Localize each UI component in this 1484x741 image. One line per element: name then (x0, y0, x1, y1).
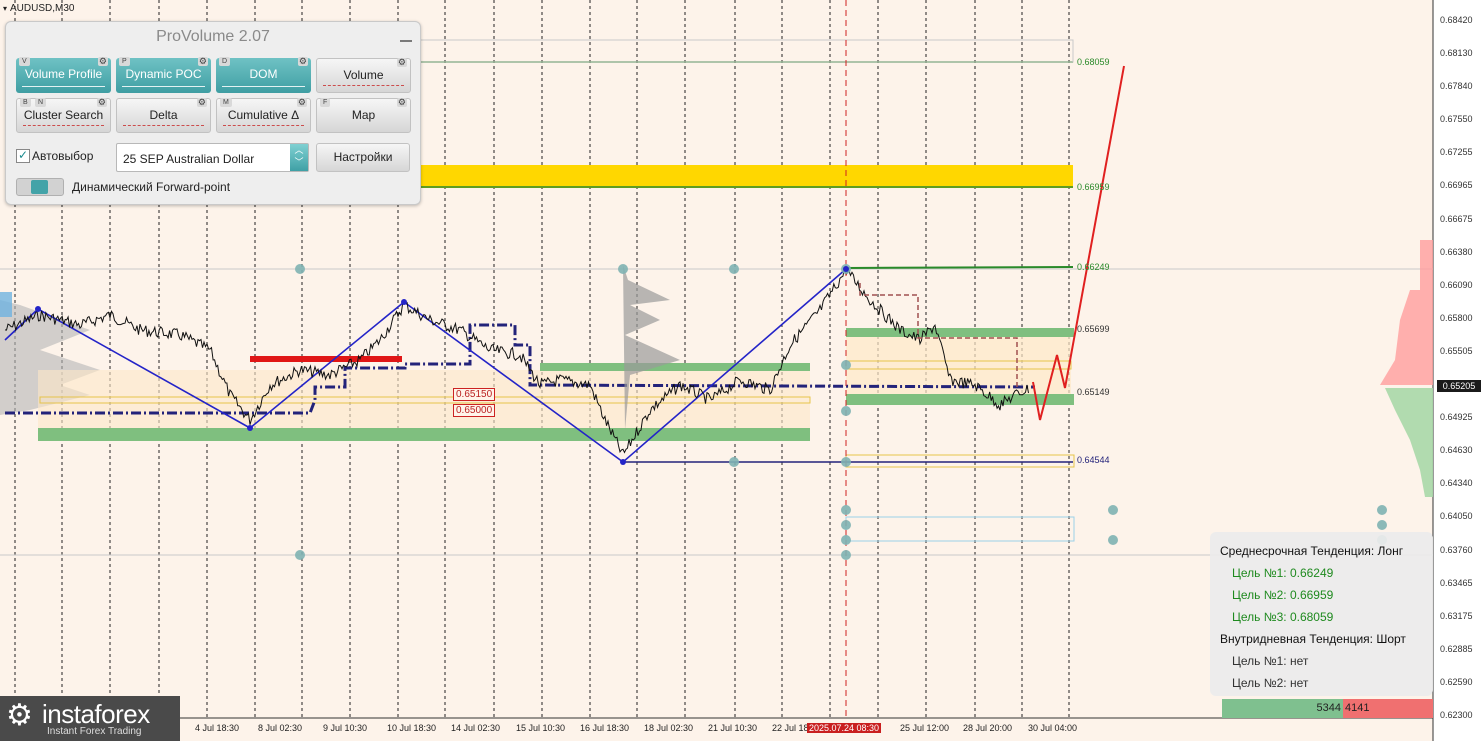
y-tick-label: 0.62300 (1440, 710, 1473, 720)
y-tick-label: 0.62885 (1440, 643, 1473, 654)
level-label: 0.64544 (1077, 455, 1110, 465)
sell-volume: 4141 (1343, 699, 1433, 718)
y-tick-label: 0.63465 (1440, 577, 1473, 588)
yellow-zone (360, 165, 1073, 188)
dynamic-poc-button[interactable]: P ⚙ Dynamic POC (116, 57, 211, 93)
gear-icon[interactable]: ⚙ (296, 98, 307, 107)
target-label: Цель №1: нет (1232, 654, 1309, 668)
y-tick-label: 0.67550 (1440, 114, 1473, 125)
x-tick-label: 25 Jul 12:00 (900, 723, 950, 733)
x-tick-label: 10 Jul 18:30 (387, 723, 437, 733)
cluster-search-button[interactable]: B N ⚙ Cluster Search (16, 98, 111, 133)
map-button[interactable]: F ⚙ Map (316, 98, 411, 133)
y-tick-label: 0.64925 (1440, 412, 1473, 423)
gear-icon[interactable]: ⚙ (396, 98, 407, 107)
forward-point-toggle[interactable] (16, 178, 64, 196)
delta-button[interactable]: ⚙ Delta (116, 98, 211, 133)
auto-select-label: Автовыбор (32, 149, 94, 163)
symbol-label: AUDUSD,M30 (3, 3, 74, 14)
x-tick-label: 8 Jul 02:30 (258, 723, 303, 733)
level-label: 0.68059 (1077, 57, 1110, 67)
target-label: Цель №2: 0.66959 (1232, 588, 1334, 602)
spin-arrows-icon[interactable]: ︿ ﹀ (290, 144, 308, 171)
intraday-trend-label: Внутридневная Тенденция: Шорт (1220, 632, 1406, 646)
cumulative-delta-button[interactable]: M ⚙ Cumulative Δ (216, 98, 311, 133)
gear-icon[interactable]: ⚙ (96, 98, 107, 107)
forward-point-label: Динамический Forward-point (72, 180, 231, 194)
y-tick-label: 0.68420 (1440, 15, 1473, 25)
gear-icon[interactable]: ⚙ (297, 57, 308, 66)
green-zone (38, 428, 810, 441)
medium-trend-label: Среднесрочная Тенденция: Лонг (1220, 544, 1404, 558)
chart-price-label: 0.65150 (453, 388, 496, 401)
y-tick-label: 0.66965 (1440, 180, 1473, 191)
y-tick-label: 0.66380 (1440, 246, 1473, 257)
y-tick-label: 0.65505 (1440, 345, 1473, 356)
y-tick-label: 0.68130 (1440, 48, 1473, 59)
auto-select-checkbox[interactable]: ✓ (16, 149, 30, 163)
y-tick-label: 0.66090 (1440, 279, 1473, 290)
x-tick-label: 14 Jul 02:30 (451, 723, 501, 733)
instaforex-logo: ⚙ instaforex Instant Forex Trading (0, 696, 180, 741)
gear-icon[interactable]: ⚙ (97, 57, 108, 66)
y-tick-label: 0.65800 (1440, 312, 1473, 323)
gear-icon[interactable]: ⚙ (396, 58, 407, 67)
provolume-panel[interactable]: ProVolume 2.07 V ⚙ Volume Profile P ⚙ Dy… (5, 21, 421, 205)
y-tick-label: 0.64340 (1440, 478, 1473, 489)
y-tick-label: 0.67255 (1440, 147, 1473, 158)
y-tick-label: 0.66675 (1440, 213, 1473, 224)
level-label: 0.65699 (1077, 324, 1110, 334)
chart-price-label: 0.65000 (453, 404, 496, 417)
volume-profile-button[interactable]: V ⚙ Volume Profile (16, 57, 111, 93)
target-label: Цель №1: 0.66249 (1232, 566, 1334, 580)
instrument-select[interactable]: 25 SEP Australian Dollar ︿ ﹀ (116, 143, 309, 172)
buy-volume: 5344 (1222, 699, 1343, 718)
x-tick-label: 16 Jul 18:30 (580, 723, 630, 733)
y-tick-label: 0.64630 (1440, 445, 1473, 456)
x-tick-label: 21 Jul 10:30 (708, 723, 758, 733)
level-label: 0.66959 (1077, 182, 1110, 192)
level-label: 0.65149 (1077, 387, 1110, 397)
x-tick-label: 2025.07.24 08:30 (807, 723, 882, 733)
volume-button[interactable]: ⚙ Volume (316, 58, 411, 93)
dom-button[interactable]: D ⚙ DOM (216, 57, 311, 93)
x-tick-label: 9 Jul 10:30 (323, 723, 368, 733)
y-tick-label: 0.64050 (1440, 511, 1473, 522)
y-tick-label: 0.63760 (1440, 544, 1473, 555)
gear-icon[interactable]: ⚙ (197, 57, 208, 66)
target-label: Цель №2: нет (1232, 676, 1309, 690)
x-tick-label: 30 Jul 04:00 (1028, 723, 1078, 733)
x-tick-label: 28 Jul 20:00 (963, 723, 1013, 733)
minimize-icon[interactable] (400, 30, 412, 42)
settings-button[interactable]: Настройки (316, 143, 410, 172)
current-price-label: 0.65205 (1437, 380, 1481, 392)
x-tick-label: 15 Jul 10:30 (516, 723, 566, 733)
y-tick-label: 0.67840 (1440, 81, 1473, 92)
x-tick-label: 4 Jul 18:30 (195, 723, 240, 733)
level-label: 0.66249 (1077, 262, 1110, 272)
trend-info-panel: Среднесрочная Тенденция: Лонг Цель №1: 0… (1210, 532, 1433, 696)
y-tick-label: 0.63175 (1440, 610, 1473, 621)
volume-profile-right (1380, 240, 1433, 497)
panel-title: ProVolume 2.07 (156, 28, 270, 45)
target-label: Цель №3: 0.68059 (1232, 610, 1334, 624)
y-tick-label: 0.62590 (1440, 676, 1473, 687)
gear-logo-icon: ⚙ (6, 699, 33, 732)
gear-icon[interactable]: ⚙ (196, 98, 207, 107)
x-tick-label: 18 Jul 02:30 (644, 723, 694, 733)
